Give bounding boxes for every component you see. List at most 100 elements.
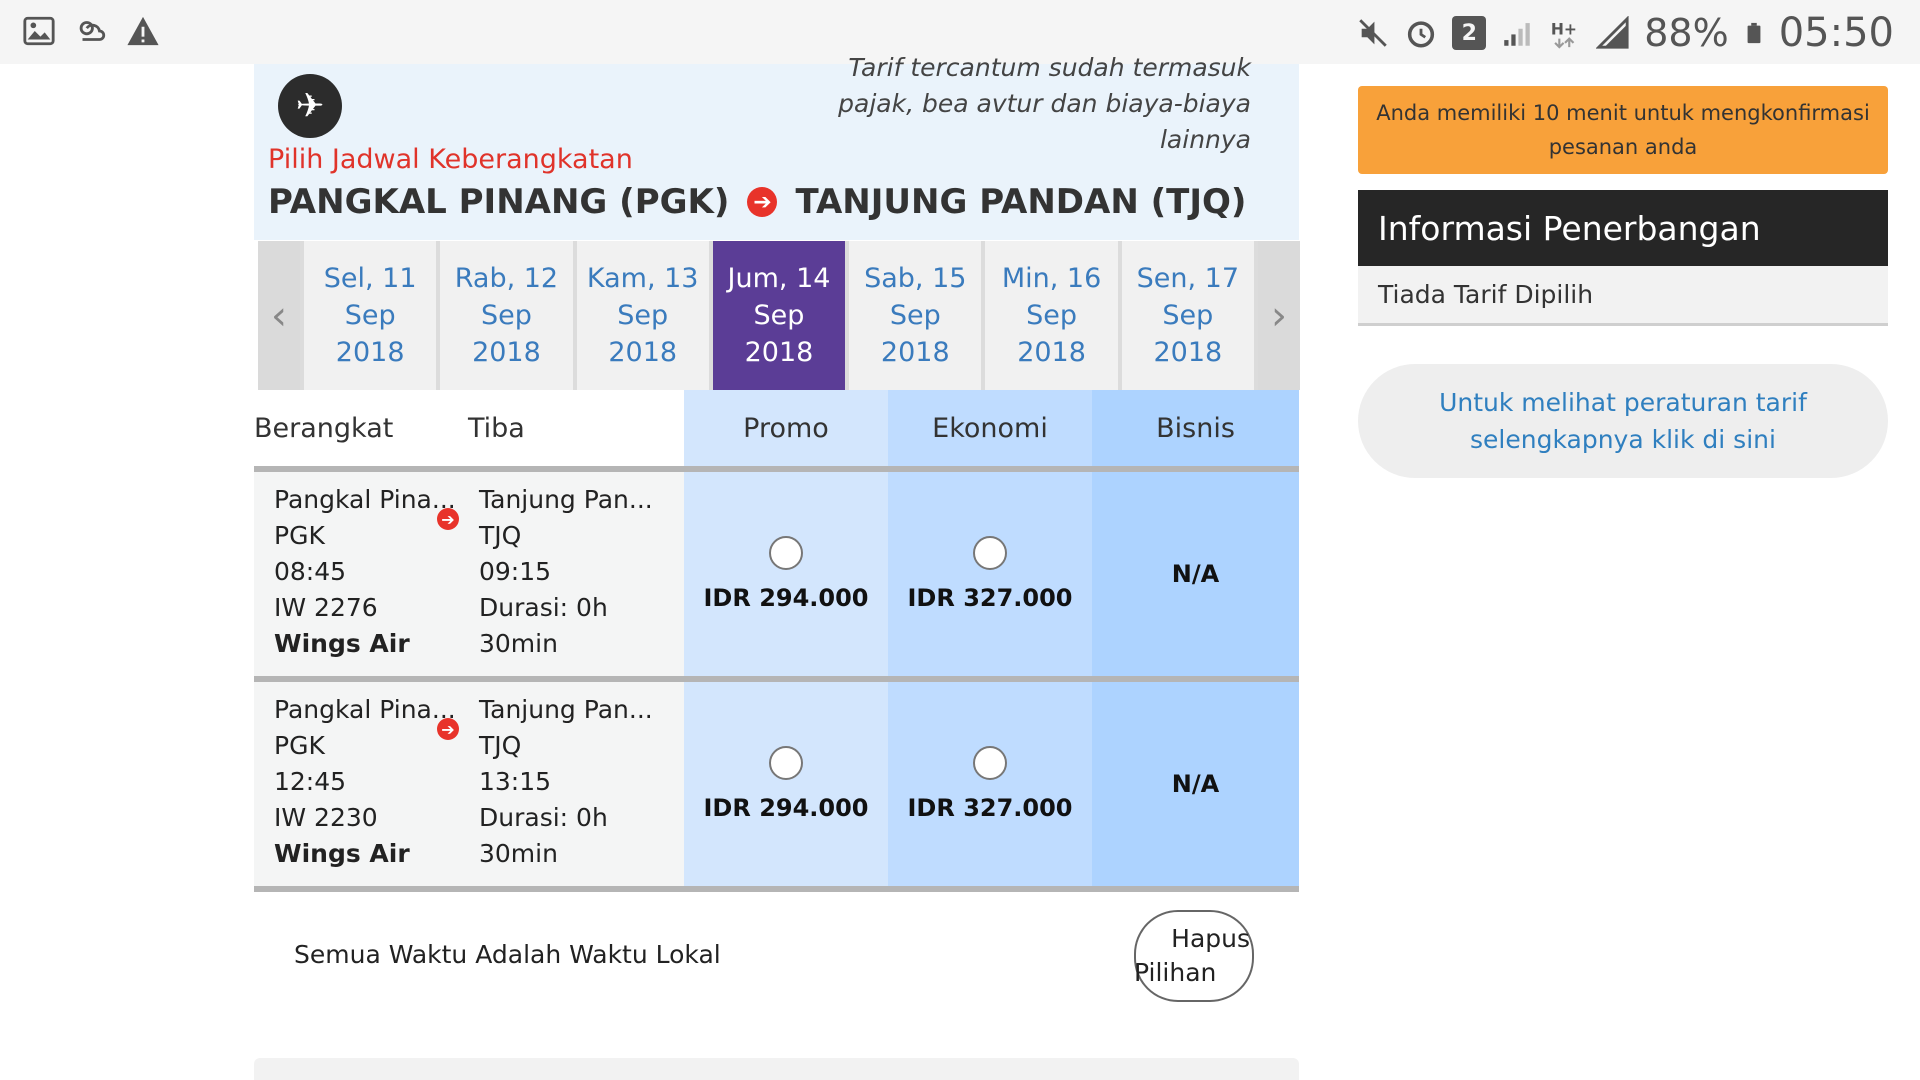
arrival-info: Tanjung Pan... TJQ 09:15 Durasi: 0h 30mi… <box>479 482 653 662</box>
economy-fare-cell[interactable]: IDR 327.000 <box>888 472 1092 676</box>
clear-selection-button[interactable]: Hapus Pilihan <box>1134 910 1254 1002</box>
header-arrive: Tiba <box>468 412 525 444</box>
battery-percentage: 88% <box>1644 11 1729 55</box>
origin-city: Pangkal Pina... <box>274 695 456 724</box>
fare-rules-link[interactable]: Untuk melihat peraturan tarif selengkapn… <box>1358 364 1888 478</box>
business-na: N/A <box>1171 560 1220 588</box>
date-year: 2018 <box>880 337 950 368</box>
date-tab-active[interactable]: Jum, 14 Sep 2018 <box>712 241 846 402</box>
date-year: 2018 <box>335 337 405 368</box>
arrow-right-icon: ➔ <box>437 718 459 740</box>
signal-icon <box>1504 23 1530 46</box>
business-na: N/A <box>1171 770 1220 798</box>
flight-table: Berangkat Tiba Promo Ekonomi Bisnis Pang… <box>254 390 1299 892</box>
clock: 05:50 <box>1778 10 1894 56</box>
route-header: ✈ Tarif tercantum sudah termasuk pajak, … <box>254 53 1299 240</box>
prev-date-button[interactable]: ‹ <box>258 241 300 390</box>
date-tab[interactable]: Sab, 15 Sep 2018 <box>849 241 982 390</box>
business-fare-cell: N/A <box>1092 472 1299 676</box>
clear-button-label-2: Pilihan <box>1134 958 1217 987</box>
weather-icon <box>79 21 106 41</box>
battery-icon <box>1747 22 1761 44</box>
origin-code: PGK <box>274 731 325 760</box>
choose-schedule-label: Pilih Jadwal Keberangkatan <box>268 144 633 175</box>
economy-fare-radio[interactable] <box>973 536 1007 570</box>
status-right: 2 H+ 88% 05:50 <box>1356 10 1894 56</box>
arrival-time: 13:15 <box>479 767 552 796</box>
date-selector: ‹ Sel, 11 Sep 2018 Rab, 12 Sep 2018 Kam,… <box>258 241 1300 402</box>
no-fare-selected: Tiada Tarif Dipilih <box>1358 266 1888 326</box>
airline-name: Wings Air <box>274 629 410 658</box>
date-month: Sep <box>1162 300 1214 331</box>
economy-fare-radio[interactable] <box>973 746 1007 780</box>
date-tab[interactable]: Min, 16 Sep 2018 <box>985 241 1118 390</box>
date-year: 2018 <box>608 337 678 368</box>
date-month: Sep <box>617 300 669 331</box>
destination-code: TJQ <box>479 521 522 550</box>
timer-line-1: Anda memiliki 10 menit untuk mengkonfirm… <box>1376 101 1870 125</box>
promo-fare-cell[interactable]: IDR 294.000 <box>684 682 888 886</box>
signal-full-icon <box>1596 16 1629 49</box>
departure-time: 12:45 <box>274 767 347 796</box>
flight-row: Pangkal Pina... PGK 12:45 IW 2230 Wings … <box>254 682 1299 892</box>
date-year: 2018 <box>472 337 541 368</box>
date-tab[interactable]: Sen, 17 Sep 2018 <box>1121 241 1254 390</box>
business-fare-cell: N/A <box>1092 682 1299 886</box>
economy-price: IDR 327.000 <box>907 584 1073 612</box>
destination-city: Tanjung Pan... <box>479 695 653 724</box>
promo-fare-radio[interactable] <box>769 536 803 570</box>
date-day: Rab, 12 <box>454 263 559 294</box>
departure-info: Pangkal Pina... PGK 08:45 IW 2276 Wings … <box>274 482 456 662</box>
local-time-note: Semua Waktu Adalah Waktu Lokal <box>294 940 721 969</box>
fare-rules-line-2: selengkapnya klik di sini <box>1470 425 1776 454</box>
date-year: 2018 <box>1017 337 1086 368</box>
departure-info: Pangkal Pina... PGK 12:45 IW 2230 Wings … <box>274 692 456 872</box>
gallery-icon <box>23 16 55 46</box>
confirm-timer-banner: Anda memiliki 10 menit untuk mengkonfirm… <box>1358 86 1888 174</box>
date-day: Jum, 14 <box>727 263 831 294</box>
duration: Durasi: 0h <box>479 593 608 622</box>
arrival-time: 09:15 <box>479 557 552 586</box>
airline-name: Wings Air <box>274 839 410 868</box>
promo-fare-cell[interactable]: IDR 294.000 <box>684 472 888 676</box>
arrow-right-icon: ➔ <box>437 508 459 530</box>
plane-icon: ✈ <box>278 74 342 138</box>
next-date-button[interactable]: › <box>1257 241 1300 390</box>
header-promo: Promo <box>684 390 888 466</box>
date-day: Min, 16 <box>1001 263 1102 294</box>
origin-code: PGK <box>274 521 325 550</box>
header-depart: Berangkat <box>254 412 394 444</box>
sim2-icon: 2 <box>1452 16 1487 50</box>
date-tab[interactable]: Sel, 11 Sep 2018 <box>304 241 437 390</box>
date-tab[interactable]: Rab, 12 Sep 2018 <box>440 241 573 390</box>
date-month: Sep <box>344 300 396 331</box>
arrival-info: Tanjung Pan... TJQ 13:15 Durasi: 0h 30mi… <box>479 692 653 872</box>
header-business: Bisnis <box>1092 390 1299 466</box>
date-month: Sep <box>1026 300 1077 331</box>
date-year: 2018 <box>1153 337 1223 368</box>
promo-price: IDR 294.000 <box>703 584 869 612</box>
clear-button-label-1: Hapus <box>1171 924 1250 953</box>
date-month: Sep <box>889 300 941 331</box>
flight-info: Pangkal Pina... PGK 08:45 IW 2276 Wings … <box>254 472 684 676</box>
timer-line-2: pesanan anda <box>1548 135 1698 159</box>
date-month: Sep <box>480 300 532 331</box>
destination-label: TANJUNG PANDAN (TJQ) <box>795 182 1247 222</box>
bottom-panel-edge <box>254 1058 1299 1080</box>
date-day: Sab, 15 <box>864 263 967 294</box>
fare-note: Tarif tercantum sudah termasuk pajak, be… <box>838 53 1251 154</box>
flight-number: IW 2276 <box>274 593 378 622</box>
date-year: 2018 <box>744 337 814 368</box>
promo-fare-radio[interactable] <box>769 746 803 780</box>
date-tab[interactable]: Kam, 13 Sep 2018 <box>576 241 709 390</box>
header-economy: Ekonomi <box>888 390 1092 466</box>
origin-city: Pangkal Pina... <box>274 485 456 514</box>
duration-min: 30min <box>479 629 558 658</box>
mute-icon <box>1359 19 1388 47</box>
warning-icon <box>127 16 159 46</box>
alarm-icon <box>1408 21 1435 48</box>
flight-info-title: Informasi Penerbangan <box>1358 190 1888 266</box>
economy-fare-cell[interactable]: IDR 327.000 <box>888 682 1092 886</box>
flight-number: IW 2230 <box>274 803 378 832</box>
status-left <box>22 14 160 48</box>
